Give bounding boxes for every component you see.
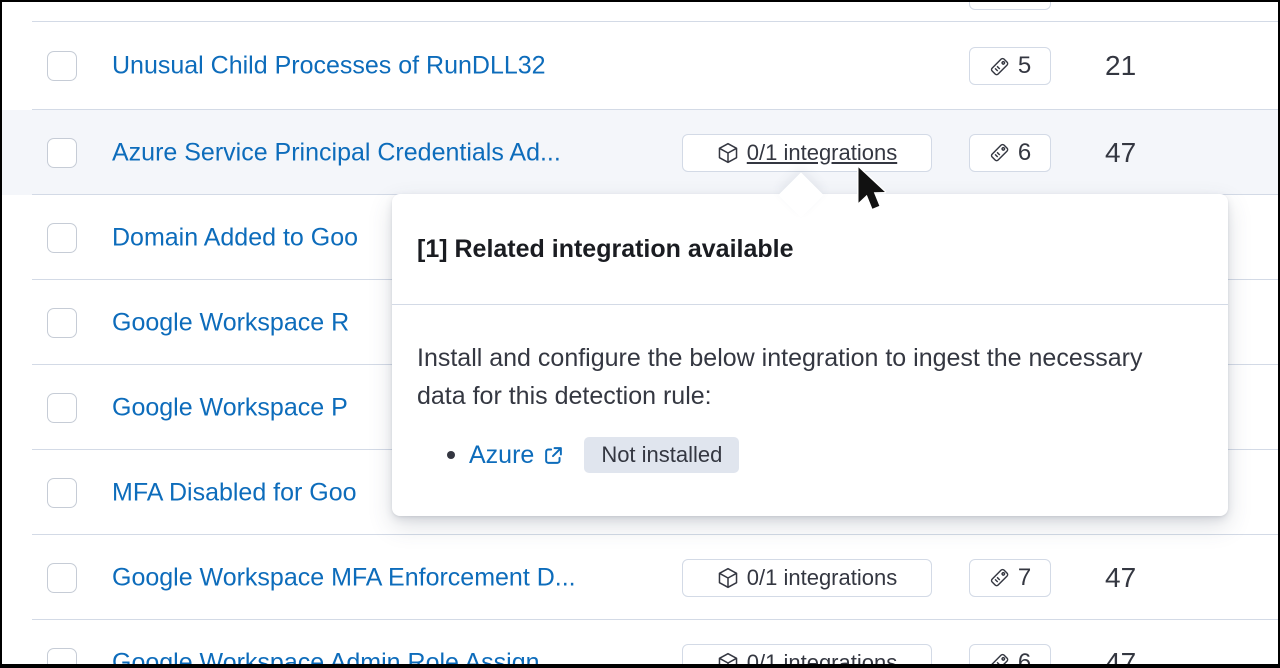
integration-link-label: Azure bbox=[469, 441, 534, 470]
rule-name-link[interactable]: Google Workspace P bbox=[112, 393, 348, 422]
integration-link[interactable]: Azure bbox=[469, 441, 564, 470]
rule-count: 47 bbox=[1105, 647, 1136, 668]
mouse-cursor bbox=[854, 166, 888, 221]
rule-name-link[interactable]: Domain Added to Goo bbox=[112, 223, 358, 252]
tags-count: 5 bbox=[1018, 52, 1031, 80]
rule-name-link[interactable]: Unusual Child Processes of RunDLL32 bbox=[112, 52, 546, 81]
integrations-badge[interactable]: 0/1 integrations bbox=[682, 559, 932, 597]
popover-description: Install and configure the below integrat… bbox=[417, 339, 1177, 415]
rule-count: 47 bbox=[1105, 562, 1136, 594]
pricetag-icon bbox=[989, 652, 1010, 668]
table-row-partial-top bbox=[2, 2, 1278, 22]
integrations-badge[interactable]: 0/1 integrations bbox=[682, 644, 932, 668]
integrations-label: 0/1 integrations bbox=[747, 140, 897, 166]
rule-name-link[interactable]: Google Workspace Admin Role Assign bbox=[112, 648, 540, 668]
integrations-label: 0/1 integrations bbox=[747, 650, 897, 668]
external-link-icon bbox=[543, 445, 564, 466]
pricetag-icon bbox=[989, 142, 1010, 163]
pricetag-icon bbox=[989, 56, 1010, 77]
tags-badge[interactable]: 6 bbox=[969, 134, 1051, 172]
row-checkbox[interactable] bbox=[47, 478, 77, 508]
integration-list-item: Azure Not installed bbox=[447, 437, 1203, 473]
tags-count: 6 bbox=[1018, 139, 1031, 167]
install-status-badge: Not installed bbox=[584, 437, 739, 473]
rule-count: 21 bbox=[1105, 50, 1136, 82]
rule-name-link[interactable]: Azure Service Principal Credentials Ad..… bbox=[112, 138, 561, 167]
tags-badge[interactable]: 5 bbox=[969, 47, 1051, 85]
table-row[interactable]: Google Workspace MFA Enforcement D... 0/… bbox=[2, 535, 1278, 620]
row-checkbox[interactable] bbox=[47, 51, 77, 81]
rule-name-link[interactable]: MFA Disabled for Goo bbox=[112, 478, 357, 507]
tags-count: 6 bbox=[1018, 649, 1031, 668]
row-checkbox[interactable] bbox=[47, 563, 77, 593]
pricetag-icon bbox=[989, 567, 1010, 588]
integrations-badge[interactable]: 0/1 integrations bbox=[682, 134, 932, 172]
row-checkbox[interactable] bbox=[47, 138, 77, 168]
tags-badge[interactable]: 6 bbox=[969, 644, 1051, 668]
related-integrations-popover: [1] Related integration available Instal… bbox=[392, 194, 1228, 516]
tags-count: 7 bbox=[1018, 564, 1031, 592]
tag-badge-partial bbox=[969, 2, 1051, 10]
table-row[interactable]: Google Workspace Admin Role Assign 0/1 i… bbox=[2, 620, 1278, 668]
package-cube-icon bbox=[717, 567, 739, 589]
package-cube-icon bbox=[717, 142, 739, 164]
row-checkbox[interactable] bbox=[47, 308, 77, 338]
row-checkbox[interactable] bbox=[47, 223, 77, 253]
row-checkbox[interactable] bbox=[47, 648, 77, 668]
detection-rules-table-screenshot: Unusual Child Processes of RunDLL32 5 21… bbox=[0, 0, 1280, 668]
tags-badge[interactable]: 7 bbox=[969, 559, 1051, 597]
table-row-hovered[interactable]: Azure Service Principal Credentials Ad..… bbox=[2, 110, 1278, 195]
table-row[interactable]: Unusual Child Processes of RunDLL32 5 21 bbox=[2, 22, 1278, 110]
bullet-point bbox=[447, 451, 455, 459]
rule-count: 47 bbox=[1105, 137, 1136, 169]
rule-name-link[interactable]: Google Workspace R bbox=[112, 308, 349, 337]
integrations-label: 0/1 integrations bbox=[747, 565, 897, 591]
row-checkbox[interactable] bbox=[47, 393, 77, 423]
popover-title: [1] Related integration available bbox=[392, 194, 1228, 305]
rule-name-link[interactable]: Google Workspace MFA Enforcement D... bbox=[112, 563, 576, 592]
package-cube-icon bbox=[717, 652, 739, 668]
